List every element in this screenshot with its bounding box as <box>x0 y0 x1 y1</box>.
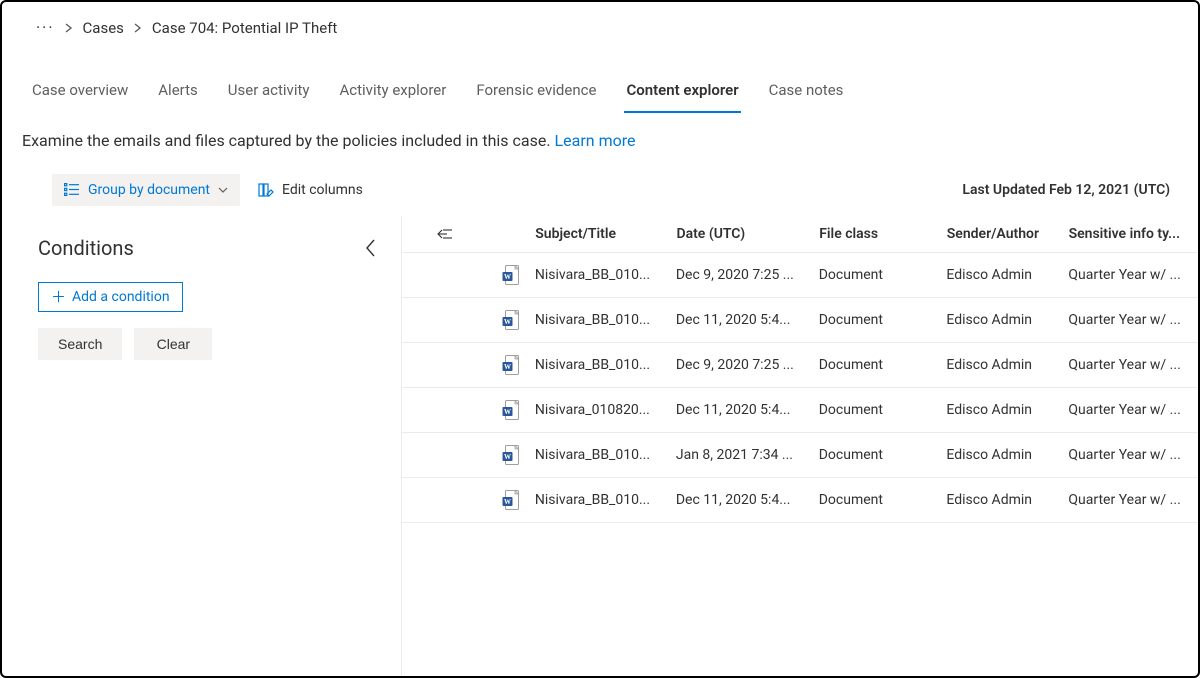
cell-date: Dec 9, 2020 7:25 ... <box>676 267 819 283</box>
cell-sender: Edisco Admin <box>946 402 1068 418</box>
svg-text:W: W <box>504 408 511 416</box>
cell-date: Dec 11, 2020 5:4... <box>676 312 819 328</box>
chevron-right-icon <box>134 23 142 33</box>
conditions-title: Conditions <box>38 236 134 260</box>
word-document-icon: W <box>487 445 534 465</box>
breadcrumb: ··· Cases Case 704: Potential IP Theft <box>2 2 1198 45</box>
breadcrumb-overflow[interactable]: ··· <box>36 18 55 37</box>
breadcrumb-current: Case 704: Potential IP Theft <box>152 19 337 37</box>
tab-alerts[interactable]: Alerts <box>156 75 200 113</box>
table-row[interactable]: W Nisivara_BB_010...Jan 8, 2021 7:34 ...D… <box>402 433 1198 478</box>
tab-forensic-evidence[interactable]: Forensic evidence <box>474 75 598 113</box>
cell-subject: Nisivara_010820... <box>535 402 676 418</box>
cell-file-class: Document <box>819 447 947 463</box>
cell-subject: Nisivara_BB_010... <box>535 357 676 373</box>
cell-date: Dec 11, 2020 5:4... <box>676 492 819 508</box>
cell-sensitive-info: Quarter Year w/ ... <box>1068 357 1198 373</box>
table-row[interactable]: W Nisivara_BB_010...Dec 11, 2020 5:4...Do… <box>402 298 1198 343</box>
cell-file-class: Document <box>819 267 947 283</box>
tab-user-activity[interactable]: User activity <box>226 75 312 113</box>
cell-sensitive-info: Quarter Year w/ ... <box>1068 492 1198 508</box>
header-sensitive-info[interactable]: Sensitive info ty... <box>1069 226 1198 242</box>
header-file-class[interactable]: File class <box>819 226 947 242</box>
svg-text:W: W <box>504 453 511 461</box>
cell-file-class: Document <box>819 312 947 328</box>
cell-date: Jan 8, 2021 7:34 ... <box>676 447 819 463</box>
page-description: Examine the emails and files captured by… <box>2 113 1198 160</box>
list-icon <box>64 183 80 197</box>
cell-sender: Edisco Admin <box>946 267 1068 283</box>
cell-sender: Edisco Admin <box>946 312 1068 328</box>
add-condition-label: Add a condition <box>72 289 170 305</box>
table-row[interactable]: W Nisivara_BB_010...Dec 9, 2020 7:25 ...D… <box>402 343 1198 388</box>
tab-case-overview[interactable]: Case overview <box>30 75 130 113</box>
clear-button[interactable]: Clear <box>134 328 212 360</box>
word-document-icon: W <box>487 355 534 375</box>
toolbar: Group by document Edit columns Last Upda… <box>2 160 1198 216</box>
collapse-column-header[interactable] <box>402 228 488 240</box>
cell-file-class: Document <box>819 357 947 373</box>
table-row[interactable]: W Nisivara_010820...Dec 11, 2020 5:4...Do… <box>402 388 1198 433</box>
cell-file-class: Document <box>819 402 947 418</box>
tab-bar: Case overview Alerts User activity Activity… <box>2 45 1198 113</box>
plus-icon: ＋ <box>51 290 66 305</box>
word-document-icon: W <box>487 265 534 285</box>
edit-columns-label: Edit columns <box>282 182 363 198</box>
tab-case-notes[interactable]: Case notes <box>767 75 846 113</box>
cell-sensitive-info: Quarter Year w/ ... <box>1068 267 1198 283</box>
cell-subject: Nisivara_BB_010... <box>535 312 676 328</box>
header-date[interactable]: Date (UTC) <box>676 226 819 242</box>
group-by-dropdown[interactable]: Group by document <box>52 174 240 206</box>
header-subject[interactable]: Subject/Title <box>535 226 676 242</box>
edit-columns-button[interactable]: Edit columns <box>254 174 367 206</box>
cell-subject: Nisivara_BB_010... <box>535 492 676 508</box>
word-document-icon: W <box>487 490 534 510</box>
word-document-icon: W <box>487 310 534 330</box>
tab-content-explorer[interactable]: Content explorer <box>624 75 740 113</box>
chevron-down-icon <box>218 187 228 193</box>
search-button[interactable]: Search <box>38 328 122 360</box>
cell-sender: Edisco Admin <box>946 492 1068 508</box>
header-sender[interactable]: Sender/Author <box>947 226 1069 242</box>
tab-activity-explorer[interactable]: Activity explorer <box>337 75 448 113</box>
cell-file-class: Document <box>819 492 947 508</box>
breadcrumb-cases[interactable]: Cases <box>83 19 124 37</box>
cell-sensitive-info: Quarter Year w/ ... <box>1068 447 1198 463</box>
cell-sender: Edisco Admin <box>946 447 1068 463</box>
svg-text:W: W <box>504 273 511 281</box>
collapse-panel-button[interactable] <box>359 232 383 264</box>
columns-icon <box>258 183 274 197</box>
cell-subject: Nisivara_BB_010... <box>535 267 676 283</box>
svg-text:W: W <box>504 363 511 371</box>
cell-date: Dec 9, 2020 7:25 ... <box>676 357 819 373</box>
cell-sensitive-info: Quarter Year w/ ... <box>1068 402 1198 418</box>
add-condition-button[interactable]: ＋ Add a condition <box>38 282 183 312</box>
table-header-row: Subject/Title Date (UTC) File class Send… <box>402 216 1198 253</box>
chevron-right-icon <box>65 23 73 33</box>
svg-text:W: W <box>504 318 511 326</box>
svg-text:W: W <box>504 498 511 506</box>
description-text: Examine the emails and files captured by… <box>22 131 555 150</box>
cell-sensitive-info: Quarter Year w/ ... <box>1068 312 1198 328</box>
learn-more-link[interactable]: Learn more <box>555 131 636 150</box>
group-by-label: Group by document <box>88 182 210 198</box>
last-updated-text: Last Updated Feb 12, 2021 (UTC) <box>962 182 1176 198</box>
table-row[interactable]: W Nisivara_BB_010...Dec 11, 2020 5:4...Do… <box>402 478 1198 523</box>
cell-date: Dec 11, 2020 5:4... <box>676 402 819 418</box>
word-document-icon: W <box>487 400 534 420</box>
conditions-panel: Conditions ＋ Add a condition Search Clea… <box>2 216 402 676</box>
cell-subject: Nisivara_BB_010... <box>535 447 676 463</box>
results-table: Subject/Title Date (UTC) File class Send… <box>402 216 1198 676</box>
table-row[interactable]: W Nisivara_BB_010...Dec 9, 2020 7:25 ...D… <box>402 253 1198 298</box>
cell-sender: Edisco Admin <box>946 357 1068 373</box>
